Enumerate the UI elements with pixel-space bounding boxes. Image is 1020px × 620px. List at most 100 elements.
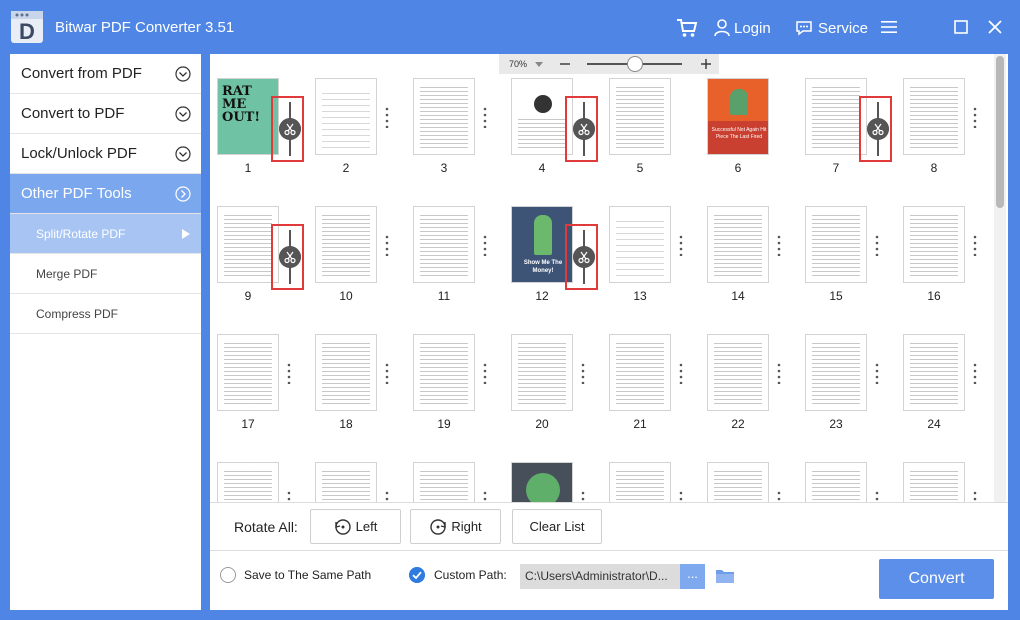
split-point-dots[interactable] [777,234,781,256]
scrollbar-thumb[interactable] [996,56,1004,208]
rotate-left-button[interactable]: Left [310,509,401,544]
custom-path-radio[interactable] [409,567,425,583]
user-icon [714,19,730,37]
login-button[interactable]: Login [714,17,771,39]
split-point-dots[interactable] [679,234,683,256]
split-point-dots[interactable] [385,106,389,128]
page-thumbnail[interactable] [413,78,475,155]
page-thumbnail[interactable] [413,206,475,283]
browse-path-button[interactable]: ... [680,564,705,589]
text-lines [812,471,860,502]
scissors-icon[interactable] [279,118,301,140]
split-point-dots[interactable] [385,490,389,502]
vertical-scrollbar[interactable] [994,54,1006,502]
custom-path-field[interactable]: C:\Users\Administrator\D... [520,564,680,589]
split-point-dots[interactable] [973,106,977,128]
page-thumbnail[interactable] [315,78,377,155]
zoom-slider-handle[interactable] [626,56,643,72]
page-thumbnail[interactable] [217,462,279,502]
page-thumbnail[interactable] [413,334,475,411]
sidebar-item-convert-to-pdf[interactable]: Convert to PDF [10,94,201,134]
page-thumbnail[interactable] [707,334,769,411]
split-point-dots[interactable] [679,490,683,502]
split-point-dots[interactable] [287,362,291,384]
same-path-radio[interactable] [220,567,236,583]
split-point-dots[interactable] [875,234,879,256]
sidebar-subitem-merge-pdf[interactable]: Merge PDF [10,254,201,294]
split-point-dots[interactable] [875,362,879,384]
page-thumbnail[interactable] [315,206,377,283]
page-thumbnail[interactable] [707,462,769,502]
sidebar-item-lock-unlock-pdf[interactable]: Lock/Unlock PDF [10,134,201,174]
maximize-icon[interactable] [953,19,969,35]
page-thumbnail[interactable] [805,462,867,502]
page-thumbnail[interactable] [511,462,573,502]
sidebar-subitem-split-rotate-pdf[interactable]: Split/Rotate PDF [10,214,201,254]
service-button[interactable]: Service [795,17,868,39]
page-thumbnail[interactable]: RAT ME OUT! [217,78,279,155]
split-point-dots[interactable] [483,106,487,128]
zoom-in-icon[interactable] [700,58,712,70]
page-thumbnail[interactable] [903,334,965,411]
page-number: 15 [829,289,843,303]
page-thumbnail[interactable] [609,334,671,411]
page-number: 21 [633,417,647,431]
page-thumbnail-cell: 19 [406,310,504,438]
page-thumbnail[interactable]: Successful Not Again Hit Piece The Last … [707,78,769,155]
split-point-dots[interactable] [777,490,781,502]
chevron-down-icon [175,105,191,122]
sidebar-subitem-compress-pdf[interactable]: Compress PDF [10,294,201,334]
page-thumbnail[interactable] [609,206,671,283]
page-number: 17 [241,417,255,431]
split-point-dots[interactable] [777,362,781,384]
page-thumbnail[interactable] [315,462,377,502]
page-thumbnail[interactable] [609,462,671,502]
split-point-dots[interactable] [973,490,977,502]
zoom-out-icon[interactable] [559,58,571,70]
menu-icon[interactable] [880,18,898,36]
rotate-right-button[interactable]: Right [410,509,501,544]
split-point-dots[interactable] [287,490,291,502]
close-icon[interactable] [987,19,1003,35]
page-thumbnail[interactable] [805,206,867,283]
page-thumbnail[interactable]: Show Me The Money! [511,206,573,283]
page-thumbnail[interactable] [609,78,671,155]
split-point-dots[interactable] [875,490,879,502]
page-thumbnail[interactable] [805,78,867,155]
cart-icon[interactable] [676,17,698,39]
scissors-icon[interactable] [867,118,889,140]
scissors-icon[interactable] [279,246,301,268]
split-point-dots[interactable] [973,362,977,384]
convert-button[interactable]: Convert [879,559,994,599]
clear-list-button[interactable]: Clear List [512,509,602,544]
split-point-dots[interactable] [483,234,487,256]
scissors-icon[interactable] [573,118,595,140]
page-thumbnail[interactable] [511,334,573,411]
split-point-dots[interactable] [679,362,683,384]
sidebar-item-convert-from-pdf[interactable]: Convert from PDF [10,54,201,94]
page-thumbnail[interactable] [707,206,769,283]
page-thumbnail[interactable] [805,334,867,411]
page-thumbnail[interactable] [413,462,475,502]
chevron-down-icon [175,145,191,162]
split-point-dots[interactable] [483,362,487,384]
split-point-dots[interactable] [581,362,585,384]
split-point-dots[interactable] [385,362,389,384]
scissors-icon[interactable] [573,246,595,268]
split-point-dots[interactable] [483,490,487,502]
zoom-select[interactable]: 70% [499,59,544,69]
page-thumbnail[interactable] [511,78,573,155]
page-thumbnail[interactable] [903,206,965,283]
page-thumbnail[interactable] [903,78,965,155]
page-thumbnail[interactable] [217,334,279,411]
page-thumbnail[interactable] [217,206,279,283]
page-thumbnail-cell: 29 [602,438,700,502]
page-thumbnail[interactable] [315,334,377,411]
split-point-dots[interactable] [581,490,585,502]
text-lines [616,87,664,148]
split-point-dots[interactable] [973,234,977,256]
folder-icon[interactable] [715,567,735,585]
sidebar-item-other-pdf-tools[interactable]: Other PDF Tools [10,174,201,214]
split-point-dots[interactable] [385,234,389,256]
page-thumbnail[interactable] [903,462,965,502]
